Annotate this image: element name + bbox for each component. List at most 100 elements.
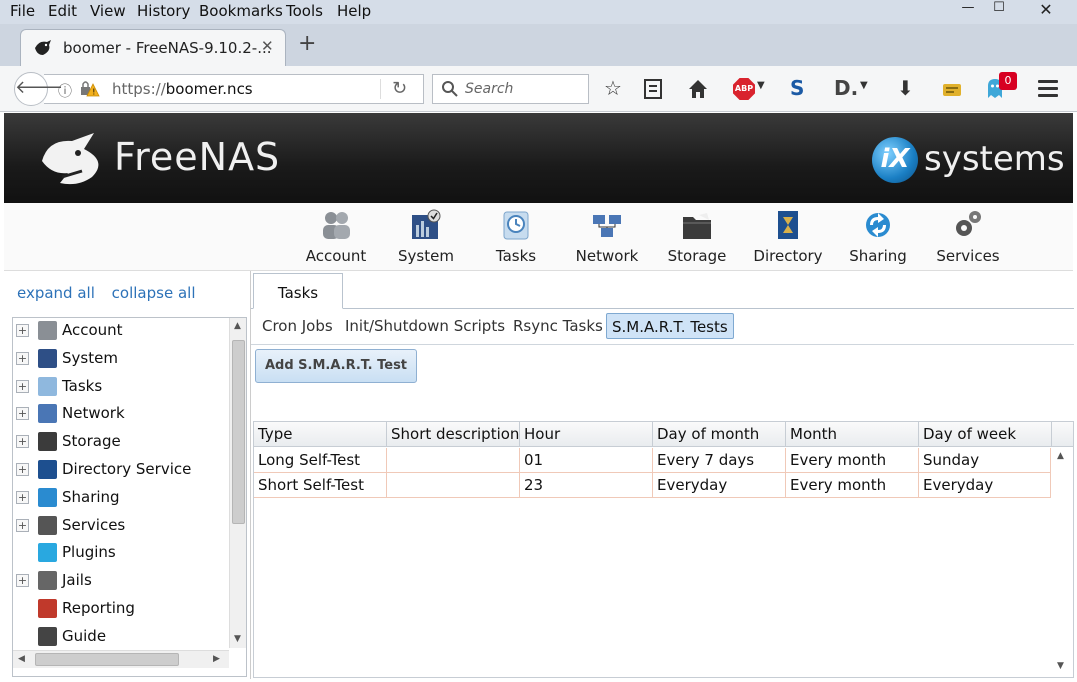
expand-plus-icon[interactable]: + — [16, 463, 29, 476]
tree-vertical-scroll-thumb[interactable] — [232, 340, 245, 524]
column-header-hour[interactable]: Hour — [520, 422, 653, 447]
new-tab-button[interactable]: + — [298, 31, 316, 56]
column-header-type[interactable]: Type — [254, 422, 387, 447]
expand-plus-icon[interactable]: + — [16, 379, 29, 393]
menu-history[interactable]: History — [137, 2, 190, 20]
tasks-icon — [503, 211, 529, 240]
search-bar[interactable]: Search — [432, 74, 589, 104]
tree-item-plugins[interactable]: Plugins — [13, 540, 225, 566]
ix-mark: iX — [872, 137, 918, 183]
column-header-short-description[interactable]: Short description — [387, 422, 520, 447]
tree-links: expand all collapse all — [17, 284, 207, 302]
freenas-logo-text: FreeNAS — [114, 135, 281, 179]
tree-item-storage[interactable]: + Storage — [13, 429, 225, 455]
bookmark-star-icon[interactable]: ☆ — [604, 76, 622, 102]
scroll-right-arrow-icon[interactable]: ▶ — [213, 654, 220, 664]
url-host: boomer.ncs — [165, 80, 253, 98]
scroll-up-arrow-icon[interactable]: ▲ — [234, 321, 241, 331]
home-icon[interactable] — [687, 76, 709, 102]
table-scroll-down-arrow-icon[interactable]: ▼ — [1057, 661, 1064, 671]
reload-icon[interactable]: ↻ — [392, 78, 407, 99]
window-close-button[interactable]: ✕ — [1021, 0, 1071, 20]
table-scroll-up-arrow-icon[interactable]: ▲ — [1057, 451, 1064, 461]
topnav-network[interactable]: Network — [562, 209, 652, 265]
directory-icon — [778, 211, 798, 239]
tree-vertical-scrollbar[interactable]: ▲ ▼ — [229, 318, 246, 648]
scroll-down-arrow-icon[interactable]: ▼ — [234, 634, 241, 644]
scroll-left-arrow-icon[interactable]: ◀ — [18, 654, 25, 664]
freenas-shark-logo-icon — [42, 133, 99, 185]
menu-view[interactable]: View — [90, 2, 126, 20]
tree-item-jails[interactable]: + Jails — [13, 568, 225, 594]
tree-item-network[interactable]: + Network — [13, 401, 225, 427]
adblock-icon[interactable]: ABP — [733, 78, 755, 100]
notification-count-badge: 0 — [999, 72, 1017, 90]
expand-plus-icon[interactable]: + — [16, 351, 29, 365]
topnav-sharing[interactable]: Sharing — [833, 209, 923, 265]
topnav-directory[interactable]: Directory — [743, 209, 833, 265]
subtab-cron-jobs[interactable]: Cron Jobs — [257, 313, 338, 339]
password-key-icon[interactable] — [941, 76, 963, 102]
expand-plus-icon[interactable]: + — [16, 574, 29, 588]
url-bar[interactable]: ⓘ ! https://boomer.ncs ↻ — [44, 74, 424, 104]
tree-horizontal-scrollbar[interactable]: ◀ ▶ — [13, 650, 229, 668]
window-maximize-button[interactable]: ☐ — [984, 0, 1014, 20]
column-header-day-of-week[interactable]: Day of week — [919, 422, 1052, 447]
menu-bookmarks[interactable]: Bookmarks — [199, 2, 283, 20]
tree-item-account[interactable]: + Account — [13, 318, 225, 344]
subtab-init-shutdown-scripts[interactable]: Init/Shutdown Scripts — [340, 313, 510, 339]
subtab-smart-tests[interactable]: S.M.A.R.T. Tests — [606, 313, 734, 339]
subtab-bar: Cron Jobs Init/Shutdown Scripts Rsync Ta… — [251, 309, 1074, 345]
menu-edit[interactable]: Edit — [48, 2, 77, 20]
topnav-account[interactable]: Account — [291, 209, 381, 265]
browser-tab[interactable]: boomer - FreeNAS-9.10.2-... ✕ — [20, 29, 286, 66]
url-text[interactable]: https://boomer.ncs — [112, 80, 253, 98]
tree-item-services[interactable]: + Services — [13, 513, 225, 539]
navigation-tree: + Account + System + Tasks + Network + Storage + Di… — [12, 317, 247, 677]
extension-s-icon[interactable]: S — [790, 76, 804, 102]
tree-item-label: Reporting — [62, 599, 135, 617]
tree-item-guide[interactable]: Guide — [13, 624, 225, 650]
download-icon[interactable]: ⬇ — [897, 76, 914, 102]
expand-plus-icon[interactable]: + — [16, 435, 29, 449]
tree-horizontal-scroll-thumb[interactable] — [35, 653, 179, 666]
system-icon — [412, 209, 441, 239]
table-row[interactable]: Long Self-Test 01 Every 7 days Every mon… — [254, 448, 1051, 473]
window-minimize-button[interactable]: — — [955, 0, 981, 20]
column-header-day-of-month[interactable]: Day of month — [653, 422, 786, 447]
expand-plus-icon[interactable]: + — [16, 490, 29, 504]
menu-hamburger-icon[interactable] — [1038, 80, 1058, 101]
topnav-storage[interactable]: Storage — [652, 209, 742, 265]
reading-list-icon[interactable] — [643, 76, 663, 102]
tree-item-sharing[interactable]: + Sharing — [13, 485, 225, 511]
subtab-rsync-tasks[interactable]: Rsync Tasks — [508, 313, 608, 339]
storage-icon — [683, 213, 711, 239]
column-header-month[interactable]: Month — [786, 422, 919, 447]
expand-all-link[interactable]: expand all — [17, 284, 95, 302]
back-button[interactable]: 🡐 — [14, 72, 63, 106]
tree-item-reporting[interactable]: Reporting — [13, 596, 225, 622]
adblock-dropdown-icon[interactable]: ▼ — [757, 80, 765, 106]
tree-item-tasks[interactable]: + Tasks — [13, 374, 225, 400]
extension-d-icon[interactable]: D. — [834, 76, 858, 102]
topnav-tasks[interactable]: Tasks — [471, 209, 561, 265]
tree-item-system[interactable]: + System — [13, 346, 225, 372]
expand-plus-icon[interactable]: + — [16, 518, 29, 532]
table-row[interactable]: Short Self-Test 23 Everyday Every month … — [254, 473, 1051, 498]
collapse-all-link[interactable]: collapse all — [112, 284, 196, 302]
expand-plus-icon[interactable]: + — [16, 324, 29, 337]
insecure-lock-icon[interactable]: ! — [80, 80, 100, 98]
expand-plus-icon[interactable]: + — [16, 407, 29, 421]
menu-file[interactable]: File — [10, 2, 35, 20]
menu-tools[interactable]: Tools — [286, 2, 323, 20]
extension-d-dropdown-icon[interactable]: ▼ — [860, 80, 868, 106]
tree-item-directory-service[interactable]: + Directory Service — [13, 457, 225, 483]
topnav-system[interactable]: System — [381, 209, 471, 265]
topnav-services[interactable]: Services — [923, 209, 1013, 265]
add-smart-test-button[interactable]: Add S.M.A.R.T. Test — [255, 349, 417, 383]
tab-close-icon[interactable]: ✕ — [261, 37, 274, 55]
menu-help[interactable]: Help — [337, 2, 371, 20]
tab-tasks[interactable]: Tasks — [253, 273, 343, 309]
reporting-icon — [38, 599, 57, 618]
table-vertical-scrollbar[interactable]: ▲ ▼ — [1051, 447, 1072, 677]
